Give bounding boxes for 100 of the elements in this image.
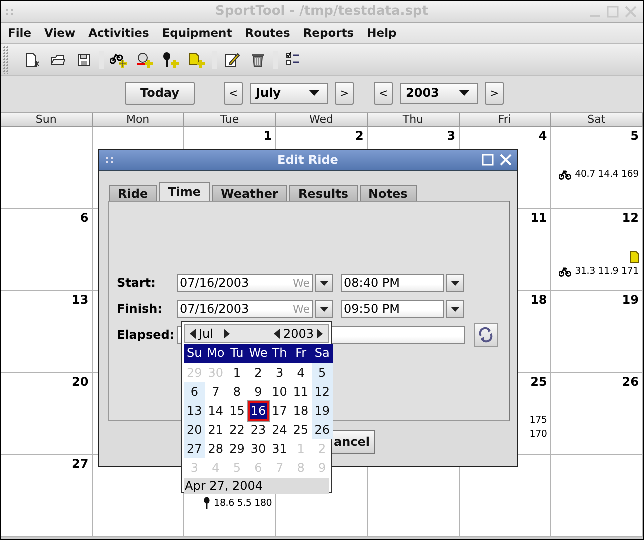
calendar-day[interactable]: 27 [184, 438, 206, 458]
entry-text[interactable]: 175 [530, 415, 548, 426]
calendar-day[interactable]: 9 [252, 382, 266, 402]
previous-year-button[interactable]: < [374, 82, 393, 104]
day-number: 5 [630, 129, 639, 145]
edit-icon[interactable] [224, 52, 240, 68]
next-month-button[interactable]: > [335, 82, 354, 104]
previous-month-button[interactable]: < [224, 82, 243, 104]
menu-item[interactable]: File [1, 26, 38, 40]
day-cell[interactable]: 13 [1, 291, 93, 373]
calendar-day[interactable]: 3 [272, 362, 287, 382]
time-field[interactable]: 08:40 PM [341, 274, 444, 292]
tab[interactable]: Weather [212, 185, 288, 201]
calendar-day[interactable]: 11 [290, 382, 312, 402]
add-note-icon[interactable] [188, 52, 206, 68]
calendar-day[interactable]: 13 [184, 400, 206, 420]
weekday-label: Su [184, 344, 206, 363]
weekday-header: Fri [460, 113, 552, 127]
menu-item[interactable]: Routes [238, 26, 296, 40]
dropdown-button[interactable] [446, 274, 464, 292]
save-icon[interactable] [76, 52, 92, 68]
day-cell[interactable]: 12 31.3 11.9 171 [551, 209, 643, 291]
dropdown-arrow-icon [450, 280, 460, 286]
calendar-day[interactable]: 4 [294, 362, 308, 382]
date-field[interactable]: 07/16/2003 We [177, 300, 313, 318]
calendar-day[interactable]: 1 [230, 362, 244, 382]
month-dropdown[interactable]: July [250, 82, 328, 104]
tab[interactable]: Time [159, 182, 210, 201]
day-cell[interactable]: 26 [551, 373, 643, 455]
day-number: 3 [447, 129, 456, 145]
calendar-day[interactable]: 24 [269, 420, 290, 440]
calendar-day[interactable]: 20 [184, 420, 206, 440]
calendar-day[interactable]: 10 [269, 382, 290, 402]
dropdown-button[interactable] [315, 274, 333, 292]
weekday-label: Tu [226, 344, 248, 363]
entry-text[interactable]: 40.7 14.4 169 [575, 169, 639, 180]
grip-icon [6, 9, 14, 15]
menu-item[interactable]: Help [360, 26, 403, 40]
weekday-header: Thu [368, 113, 460, 127]
calendar-day[interactable]: 23 [248, 420, 270, 440]
year-dropdown[interactable]: 2003 [400, 82, 478, 104]
calendar-day[interactable]: 7 [209, 382, 223, 402]
day-number: 13 [72, 293, 89, 309]
previous-year-icon[interactable] [274, 328, 280, 338]
day-cell[interactable] [1, 127, 93, 209]
calendar-day[interactable]: 12 [312, 382, 333, 402]
calendar-day[interactable]: 25 [290, 420, 312, 440]
weekday-label: We [248, 344, 270, 363]
add-bicycle-icon[interactable] [110, 52, 128, 68]
add-route-icon[interactable] [136, 52, 154, 68]
calendar-day[interactable]: 14 [205, 400, 227, 420]
menu-item[interactable]: Reports [296, 26, 360, 40]
tab[interactable]: Ride [109, 185, 158, 201]
calendar-day[interactable]: 19 [312, 400, 333, 420]
add-pin-icon[interactable] [162, 52, 180, 68]
picker-month: Jul [199, 326, 214, 340]
time-field[interactable]: 09:50 PM [341, 300, 444, 318]
menu-item[interactable]: Equipment [155, 26, 238, 40]
calendar-day[interactable]: 26 [312, 420, 333, 440]
calendar-day[interactable]: 15 [226, 400, 248, 420]
dropdown-button[interactable] [315, 300, 333, 318]
day-number: 18 [530, 293, 548, 309]
calendar-day[interactable]: 22 [226, 420, 248, 440]
day-cell[interactable]: 27 [1, 455, 93, 537]
entry-text[interactable]: 18.6 5.5 180 [214, 498, 272, 508]
calendar-day[interactable]: 17 [269, 400, 290, 420]
day-cell[interactable]: 19 [551, 291, 643, 373]
tab[interactable]: Results [289, 185, 358, 201]
new-document-icon[interactable] [24, 52, 40, 68]
entry-text[interactable]: 31.3 11.9 171 [575, 266, 639, 277]
calendar-day[interactable]: 21 [205, 420, 227, 440]
calendar-day[interactable]: 2 [252, 362, 266, 382]
weekday-hint: We [293, 276, 310, 290]
day-cell[interactable] [551, 455, 643, 537]
dropdown-arrow-icon [320, 280, 328, 286]
day-cell[interactable]: 20 [1, 373, 93, 455]
next-year-button[interactable]: > [485, 82, 504, 104]
calendar-day[interactable]: 16 [248, 400, 270, 420]
next-year-icon[interactable] [317, 328, 323, 338]
calendar-day[interactable]: 18 [290, 400, 312, 420]
dropdown-button[interactable] [446, 300, 464, 318]
calendar-day[interactable]: 8 [230, 382, 244, 402]
next-month-icon[interactable] [224, 328, 230, 338]
date-field[interactable]: 07/16/2003 We [177, 274, 313, 292]
pin-icon [204, 497, 210, 509]
menu-item[interactable]: View [38, 26, 82, 40]
day-cell[interactable]: 5 40.7 14.4 169 [551, 127, 643, 209]
weekday-header: Tue [184, 113, 276, 127]
field-label: Elapsed: [117, 328, 176, 342]
entry-text[interactable]: 170 [530, 429, 548, 440]
tab[interactable]: Notes [360, 185, 417, 201]
menu-item[interactable]: Activities [82, 26, 156, 40]
today-button[interactable]: Today [125, 82, 195, 104]
weekday-header: Mon [92, 113, 184, 127]
trash-icon[interactable] [250, 52, 266, 68]
today-label[interactable]: Apr 27, 2004 [184, 478, 329, 494]
checklist-icon[interactable] [285, 52, 301, 68]
previous-month-icon[interactable] [190, 328, 196, 338]
day-cell[interactable]: 6 [1, 209, 93, 291]
calculate-button[interactable] [474, 323, 498, 347]
